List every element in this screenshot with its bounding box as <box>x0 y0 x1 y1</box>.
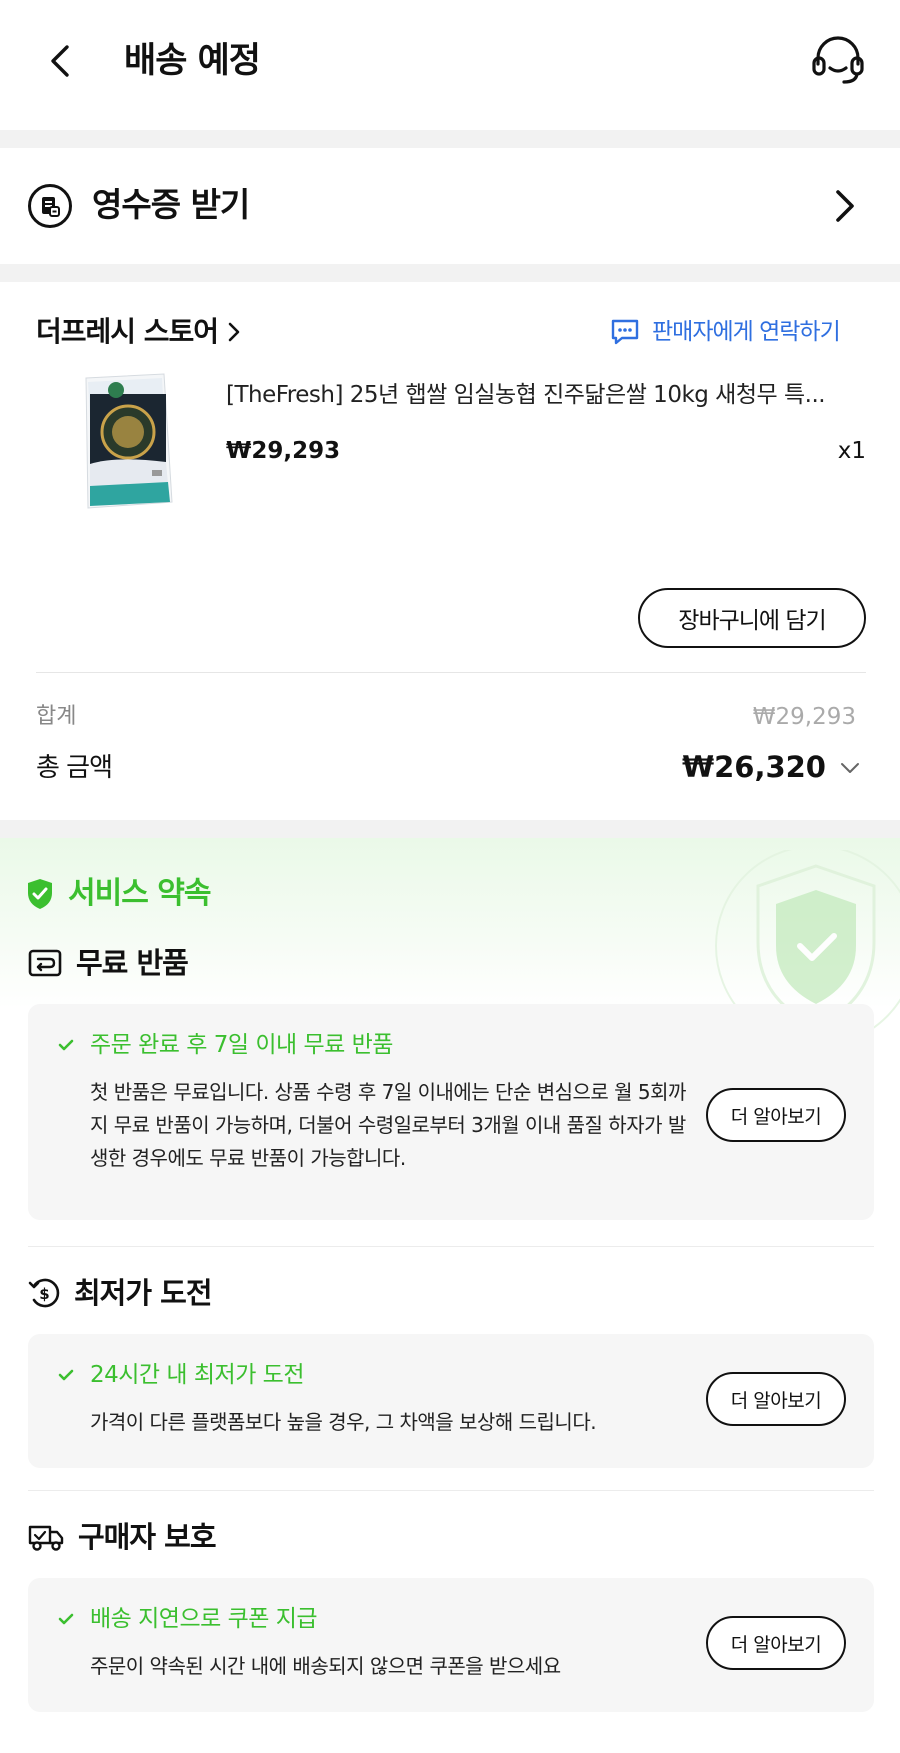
headset-icon <box>812 36 864 84</box>
promise-headline-text: 주문 완료 후 7일 이내 무료 반품 <box>90 1032 393 1058</box>
shield-check-icon <box>28 879 52 909</box>
chat-icon <box>611 319 639 345</box>
service-title-text: 서비스 약속 <box>68 876 211 911</box>
product-image[interactable] <box>56 364 184 514</box>
buyer-protection-card: 배송 지연으로 쿠폰 지급 주문이 약속된 시간 내에 배송되지 않으면 쿠폰을… <box>28 1578 874 1712</box>
order-card: 더프레시 스토어 판매자에게 연락하기 [TheFresh] 25년 햅쌀 임실… <box>0 282 900 820</box>
promise-body: 첫 반품은 무료입니다. 상품 수령 후 7일 이내에는 단순 변심으로 월 5… <box>90 1080 686 1170</box>
section-heading-text: 구매자 보호 <box>78 1520 216 1554</box>
back-arrow-icon <box>51 45 69 77</box>
free-return-heading: 무료 반품 <box>28 942 189 984</box>
delivery-truck-icon <box>28 1525 64 1551</box>
product-name[interactable]: [TheFresh] 25년 햅쌀 임실농협 진주닮은쌀 10kg 새청무 특.… <box>226 378 866 412</box>
section-heading-text: 최저가 도전 <box>74 1276 212 1310</box>
chevron-down-icon[interactable] <box>838 756 862 780</box>
service-promise-section: 서비스 약속 무료 반품 주문 완료 후 7일 이내 무료 반품 첫 반품은 무… <box>0 838 900 1753</box>
product-price: ₩29,293 <box>226 438 341 464</box>
learn-more-button[interactable]: 더 알아보기 <box>706 1088 846 1142</box>
check-icon <box>58 1369 74 1381</box>
back-button[interactable] <box>40 38 80 84</box>
divider <box>28 1246 874 1247</box>
divider <box>28 1490 874 1491</box>
check-icon <box>58 1039 74 1051</box>
check-icon <box>58 1613 74 1625</box>
section-gap <box>0 130 900 148</box>
lowest-price-heading: $ 최저가 도전 <box>28 1272 212 1314</box>
subtotal-value: ₩29,293 <box>752 704 856 730</box>
product-quantity: x1 <box>837 438 866 464</box>
contact-seller-link[interactable]: 판매자에게 연락하기 <box>610 312 841 352</box>
app-header: 배송 예정 <box>0 0 900 130</box>
promise-headline: 배송 지연으로 쿠폰 지급 <box>58 1602 318 1636</box>
store-name: 더프레시 스토어 <box>36 315 219 348</box>
svg-text:$: $ <box>39 1285 49 1303</box>
receipt-icon <box>28 184 72 228</box>
promise-headline-text: 배송 지연으로 쿠폰 지급 <box>90 1606 318 1632</box>
total-value[interactable]: ₩26,320 <box>600 746 826 788</box>
promise-body: 주문이 약속된 시간 내에 배송되지 않으면 쿠폰을 받으세요 <box>90 1654 561 1678</box>
receipt-label: 영수증 받기 <box>92 185 250 224</box>
customer-support-button[interactable] <box>810 34 866 86</box>
learn-more-button[interactable]: 더 알아보기 <box>706 1616 846 1670</box>
learn-more-button[interactable]: 더 알아보기 <box>706 1372 846 1426</box>
promise-headline: 24시간 내 최저가 도전 <box>58 1358 304 1392</box>
promise-body: 가격이 다른 플랫폼보다 높을 경우, 그 차액을 보상해 드립니다. <box>90 1410 597 1434</box>
price-shield-icon: $ <box>28 1278 60 1308</box>
section-heading-text: 무료 반품 <box>76 946 189 980</box>
service-title: 서비스 약속 <box>26 872 211 916</box>
receipt-row[interactable]: 영수증 받기 <box>0 148 900 264</box>
store-link[interactable]: 더프레시 스토어 <box>36 312 242 352</box>
lowest-price-card: 24시간 내 최저가 도전 가격이 다른 플랫폼보다 높을 경우, 그 차액을 … <box>28 1334 874 1468</box>
contact-seller-label: 판매자에게 연락하기 <box>652 319 841 345</box>
total-label: 총 금액 <box>36 753 113 783</box>
buyer-protection-heading: 구매자 보호 <box>28 1516 216 1558</box>
chevron-right-icon <box>228 322 240 342</box>
promise-headline-text: 24시간 내 최저가 도전 <box>90 1362 304 1388</box>
free-return-card: 주문 완료 후 7일 이내 무료 반품 첫 반품은 무료입니다. 상품 수령 후… <box>28 1004 874 1220</box>
section-gap <box>0 264 900 282</box>
add-to-cart-button[interactable]: 장바구니에 담기 <box>638 588 866 648</box>
promise-headline: 주문 완료 후 7일 이내 무료 반품 <box>58 1028 393 1062</box>
chevron-right-icon <box>836 190 854 222</box>
subtotal-label: 합계 <box>36 704 77 729</box>
section-gap <box>0 820 900 838</box>
divider <box>36 672 866 673</box>
return-box-icon <box>28 949 62 977</box>
page-title: 배송 예정 <box>124 41 261 81</box>
